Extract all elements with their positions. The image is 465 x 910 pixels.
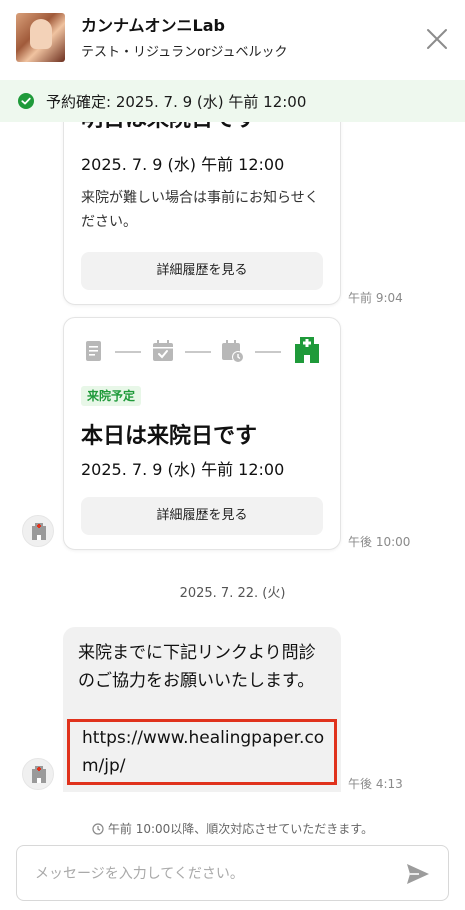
- notice-text: 午前 10:00以降、順次対応させていただきます。: [107, 822, 374, 836]
- message-composer: [16, 845, 449, 901]
- card-date: 2025. 7. 9 (水) 午前 12:00: [81, 155, 285, 174]
- calendar-clock-icon: [222, 340, 244, 363]
- message-text: 来院までに下記リンクより問診のご協力をお願いいたします。: [78, 643, 316, 691]
- calendar-check-icon: [153, 340, 173, 361]
- message-time: 午前 9:04: [348, 291, 403, 305]
- hospital-icon: [295, 337, 319, 363]
- hospital-icon: [32, 523, 46, 540]
- card-note: 来院が難しい場合は事前にお知らせください。: [81, 190, 319, 230]
- check-circle-icon: [18, 93, 34, 109]
- highlighted-link-box: https://www.healingpaper.com/jp/: [67, 719, 337, 785]
- message-input[interactable]: [35, 860, 385, 888]
- card-date: 2025. 7. 9 (水) 午前 12:00: [81, 460, 285, 479]
- card-title: 明日は来院日です: [81, 122, 257, 133]
- send-icon[interactable]: [405, 862, 431, 886]
- hospital-icon: [32, 766, 46, 783]
- close-icon[interactable]: [422, 24, 452, 54]
- questionnaire-link[interactable]: https://www.healingpaper.com/jp/: [82, 724, 332, 780]
- document-icon: [86, 341, 101, 361]
- visit-today-card: 来院予定 本日は来院日です 2025. 7. 9 (水) 午前 12:00 詳細…: [63, 317, 341, 550]
- clinic-avatar: [22, 515, 54, 547]
- chat-header: カンナムオンニLab テスト・リジュランorジュベルック: [0, 0, 465, 80]
- chat-area[interactable]: 明日は来院日です 2025. 7. 9 (水) 午前 12:00 来院が難しい場…: [0, 122, 465, 820]
- shop-subtitle: テスト・リジュランorジュベルック: [81, 45, 288, 60]
- clinic-avatar: [22, 758, 54, 790]
- step-connector: [255, 351, 281, 353]
- history-button[interactable]: 詳細履歴を見る: [81, 497, 323, 535]
- reservation-banner: 予約確定: 2025. 7. 9 (水) 午前 12:00: [0, 80, 465, 122]
- banner-text: 予約確定: 2025. 7. 9 (水) 午前 12:00: [46, 93, 307, 111]
- clock-icon: [92, 823, 104, 835]
- date-divider: 2025. 7. 22. (火): [179, 586, 286, 601]
- message-time: 午後 10:00: [348, 535, 411, 549]
- shop-avatar: [16, 13, 65, 62]
- status-badge: 来院予定: [81, 386, 142, 406]
- step-connector: [115, 351, 141, 353]
- history-button[interactable]: 詳細履歴を見る: [81, 252, 323, 290]
- step-connector: [185, 351, 211, 353]
- message-time: 午後 4:13: [348, 777, 403, 791]
- card-title: 本日は来院日です: [81, 424, 258, 449]
- reminder-card: 明日は来院日です 2025. 7. 9 (水) 午前 12:00 来院が難しい場…: [63, 122, 341, 305]
- progress-steps: [81, 337, 326, 366]
- hours-notice: 午前 10:00以降、順次対応させていただきます。: [0, 820, 465, 837]
- shop-name: カンナムオンニLab: [81, 16, 225, 35]
